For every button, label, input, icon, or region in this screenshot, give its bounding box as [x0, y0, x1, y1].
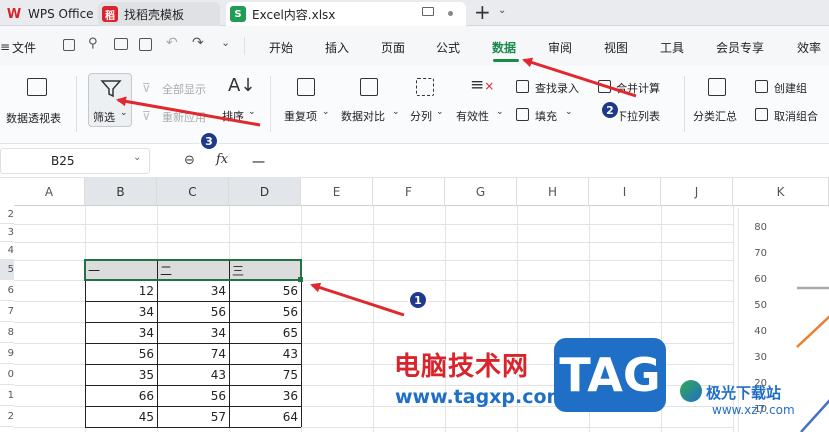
annotation-arrow-1: [310, 282, 405, 317]
annotation-arrow-2: [522, 57, 637, 98]
annotation-badge-1: 1: [408, 290, 428, 310]
annotation-badge-3: 3: [199, 131, 219, 151]
annotation-overlay: [116, 57, 637, 317]
annotation-badge-2: 2: [600, 100, 620, 120]
annotation-arrow-3: [116, 96, 261, 127]
